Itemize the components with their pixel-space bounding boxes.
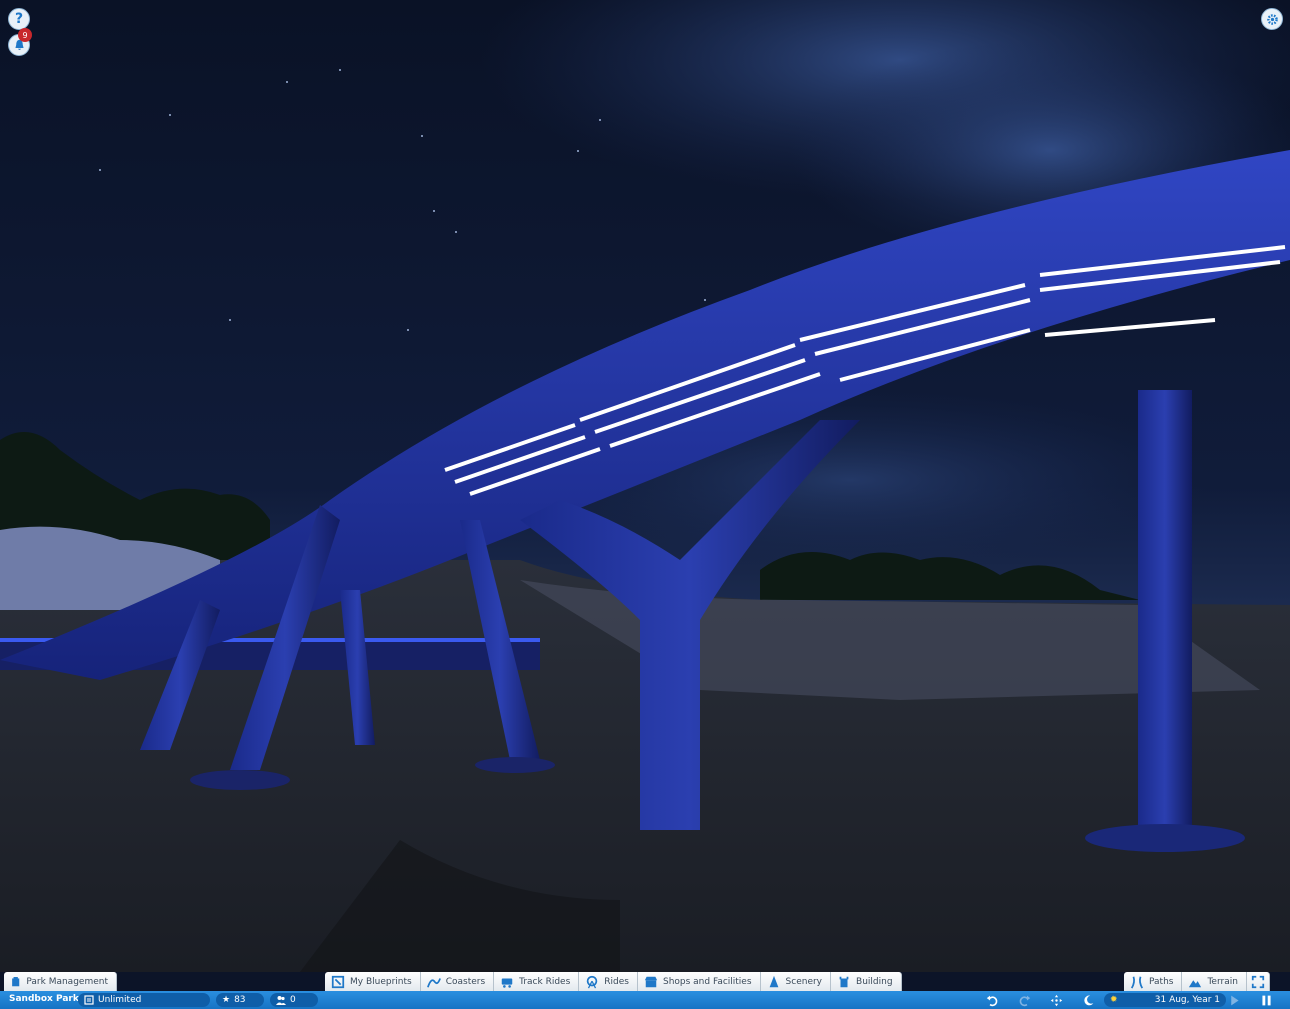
camera-move-button[interactable] bbox=[1048, 992, 1064, 1008]
park-rating[interactable]: ★ 83 bbox=[216, 993, 264, 1007]
tab-label: Scenery bbox=[785, 976, 823, 987]
tab-track-rides[interactable]: Track Rides bbox=[494, 972, 580, 991]
tab-label: Rides bbox=[604, 976, 629, 987]
tab-label: My Blueprints bbox=[350, 976, 412, 987]
shop-icon bbox=[644, 976, 658, 987]
play-icon bbox=[1230, 995, 1239, 1005]
ferris-wheel-icon bbox=[587, 975, 598, 988]
redo-button[interactable] bbox=[1016, 992, 1032, 1008]
undo-button[interactable] bbox=[984, 992, 1000, 1008]
settings-button[interactable] bbox=[1261, 8, 1283, 30]
guests-icon bbox=[276, 996, 286, 1005]
tab-shops-and-facilities[interactable]: Shops and Facilities bbox=[637, 972, 761, 991]
tab-label: Paths bbox=[1149, 976, 1174, 987]
guests-value: 0 bbox=[290, 995, 296, 1005]
park-management-icon bbox=[12, 976, 20, 986]
tab-coasters[interactable]: Coasters bbox=[420, 972, 495, 991]
redo-icon bbox=[1019, 995, 1030, 1006]
money-display[interactable]: Unlimited bbox=[78, 993, 210, 1007]
moon-icon bbox=[1083, 995, 1093, 1005]
scenery-icon bbox=[769, 975, 778, 987]
coaster-icon bbox=[426, 977, 441, 988]
tab-my-blueprints[interactable]: My Blueprints bbox=[325, 972, 421, 991]
right-toolbar: Paths Terrain bbox=[1124, 972, 1270, 991]
star-icon: ★ bbox=[222, 995, 231, 1005]
pause-icon bbox=[1261, 995, 1271, 1005]
pause-button[interactable] bbox=[1258, 992, 1274, 1008]
gear-icon bbox=[1266, 13, 1278, 25]
move-arrows-icon bbox=[1050, 994, 1062, 1006]
tab-label: Park Management bbox=[26, 976, 108, 987]
date-display[interactable]: ✹ 31 Aug, Year 1 bbox=[1104, 993, 1226, 1007]
train-icon bbox=[501, 978, 513, 988]
tab-label: Building bbox=[856, 976, 893, 987]
blueprint-icon bbox=[331, 975, 345, 988]
tab-label: Shops and Facilities bbox=[662, 976, 752, 987]
guest-count[interactable]: 0 bbox=[270, 993, 318, 1007]
rating-value: 83 bbox=[234, 995, 246, 1005]
sun-icon: ✹ bbox=[1110, 995, 1118, 1005]
notification-count-badge: 9 bbox=[18, 28, 32, 42]
building-icon bbox=[839, 976, 849, 987]
path-icon bbox=[1130, 975, 1144, 989]
play-button[interactable] bbox=[1226, 992, 1242, 1008]
date-value: 31 Aug, Year 1 bbox=[1154, 995, 1220, 1005]
center-toolbar: My Blueprints Coasters Track Rides Rides… bbox=[325, 972, 902, 991]
terrain-icon bbox=[1189, 979, 1202, 987]
day-night-button[interactable] bbox=[1080, 992, 1096, 1008]
tab-terrain[interactable]: Terrain bbox=[1182, 972, 1247, 991]
park-name[interactable]: Sandbox Park bbox=[9, 994, 79, 1004]
tab-label: Terrain bbox=[1207, 976, 1238, 987]
status-bar: Sandbox Park Unlimited ★ 83 0 ✹ 31 Aug, … bbox=[0, 991, 1290, 1009]
tab-park-management[interactable]: Park Management bbox=[4, 972, 117, 991]
tab-label: Track Rides bbox=[519, 976, 571, 987]
money-icon bbox=[84, 995, 94, 1005]
game-viewport[interactable] bbox=[0, 0, 1290, 972]
undo-icon bbox=[986, 995, 997, 1006]
camera-frame-icon bbox=[1251, 975, 1265, 988]
left-toolbar: Park Management bbox=[4, 972, 117, 991]
tab-label: Coasters bbox=[445, 976, 486, 987]
help-icon: ? bbox=[14, 11, 24, 27]
screenshot-button[interactable] bbox=[1246, 972, 1270, 991]
tab-scenery[interactable]: Scenery bbox=[760, 972, 832, 991]
tab-rides[interactable]: Rides bbox=[579, 972, 638, 991]
money-value: Unlimited bbox=[98, 995, 142, 1005]
help-button[interactable]: ? bbox=[8, 8, 30, 30]
tab-building[interactable]: Building bbox=[831, 972, 902, 991]
tab-paths[interactable]: Paths bbox=[1124, 972, 1183, 991]
